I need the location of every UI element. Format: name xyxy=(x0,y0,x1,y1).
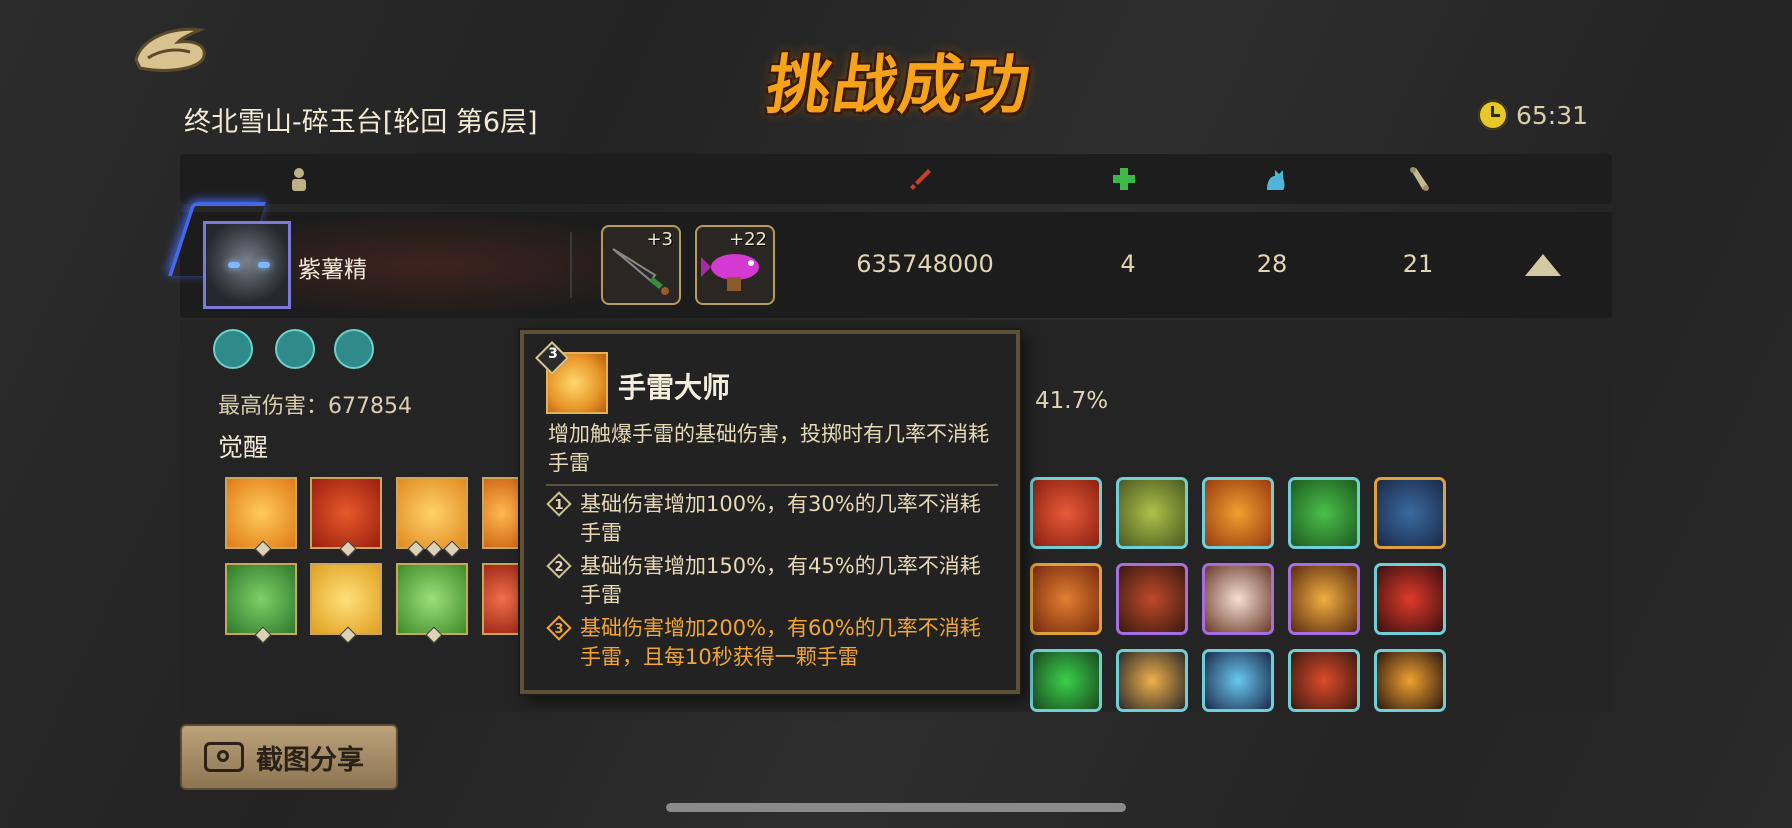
item-lantern-icon[interactable] xyxy=(1116,649,1188,712)
item-paw-icon[interactable] xyxy=(1202,563,1274,635)
player-name: 紫薯精 xyxy=(298,257,367,283)
tooltip-divider xyxy=(546,484,998,486)
home-indicator[interactable] xyxy=(666,803,1126,812)
item-armor-icon[interactable] xyxy=(1374,563,1446,635)
item-torch-icon[interactable] xyxy=(1202,477,1274,549)
awaken-spark-icon[interactable] xyxy=(310,563,382,644)
awaken-grenade-master-icon[interactable] xyxy=(396,477,468,558)
timer-value: 65:31 xyxy=(1516,100,1589,130)
damage-sword-icon xyxy=(910,169,931,190)
weapon-level: +22 xyxy=(729,229,767,250)
heal-value: 4 xyxy=(1120,250,1136,278)
pet-value: 28 xyxy=(1256,250,1288,278)
timer: 65:31 xyxy=(1478,100,1588,130)
column-header-bar xyxy=(180,154,1612,204)
item-arrow-up-icon[interactable] xyxy=(1030,563,1102,635)
awaken-blast-icon[interactable] xyxy=(310,477,382,558)
item-trident-icon[interactable] xyxy=(1202,649,1274,712)
awaken-grenade-icon[interactable] xyxy=(225,477,297,558)
item-explosion-icon[interactable] xyxy=(1288,563,1360,635)
awaken-explode-icon[interactable] xyxy=(482,477,522,549)
damage-value: 635748000 xyxy=(856,250,994,278)
share-label: 截图分享 xyxy=(256,744,364,776)
percent-value: 41.7% xyxy=(1035,388,1109,414)
back-button[interactable] xyxy=(130,20,210,76)
item-box-icon[interactable] xyxy=(1116,477,1188,549)
weapon-slot-2[interactable]: +22 xyxy=(695,225,775,305)
weapon-level: +3 xyxy=(646,229,673,250)
item-dynamite-icon[interactable] xyxy=(1030,477,1102,549)
collapse-button[interactable] xyxy=(1525,254,1561,276)
item-vortex-icon[interactable] xyxy=(1374,649,1446,712)
avatar[interactable] xyxy=(203,221,291,309)
awaken-punch-icon[interactable] xyxy=(482,563,522,635)
level-badge-number: 3 xyxy=(554,622,564,637)
scroll-value: 21 xyxy=(1402,250,1434,278)
level-text: 基础伤害增加150%，有45%的几率不消耗手雷 xyxy=(580,554,981,607)
level-badge-number: 2 xyxy=(554,560,564,575)
awaken-beast-icon[interactable] xyxy=(396,563,468,644)
awaken-label: 觉醒 xyxy=(218,433,269,462)
level-text: 基础伤害增加200%，有60%的几率不消耗手雷，且每10秒获得一颗手雷 xyxy=(580,616,981,669)
tooltip-level-3: 3 基础伤害增加200%，有60%的几率不消耗手雷，且每10秒获得一颗手雷 xyxy=(546,614,998,672)
camera-icon xyxy=(204,742,244,772)
item-quiver-icon[interactable] xyxy=(1288,649,1360,712)
skill-swords-icon[interactable] xyxy=(275,329,315,369)
level-name: 终北雪山-碎玉台[轮回 第6层] xyxy=(184,107,538,138)
divider xyxy=(570,232,572,298)
skill-bomb-icon[interactable] xyxy=(213,329,253,369)
weapon-slot-1[interactable]: +3 xyxy=(601,225,681,305)
level-text: 基础伤害增加100%，有30%的几率不消耗手雷 xyxy=(580,492,981,545)
awaken-fist-icon[interactable] xyxy=(225,563,297,644)
avatar-eye xyxy=(258,262,270,268)
max-damage: 最高伤害：677854 xyxy=(218,394,412,419)
level-badge-number: 1 xyxy=(554,498,564,513)
share-screenshot-button[interactable]: 截图分享 xyxy=(180,724,398,790)
item-cat-icon[interactable] xyxy=(1374,477,1446,549)
scroll-icon xyxy=(1410,167,1429,191)
item-swirl-icon[interactable] xyxy=(1288,477,1360,549)
skill-vortex-icon[interactable] xyxy=(334,329,374,369)
pet-cat-icon xyxy=(1267,170,1285,190)
tooltip-level-number: 3 xyxy=(548,346,558,362)
page-title: 挑战成功 xyxy=(761,48,1037,123)
item-helmet-icon[interactable] xyxy=(1116,563,1188,635)
player-icon xyxy=(292,168,306,191)
tooltip-description: 增加触爆手雷的基础伤害，投掷时有几率不消耗手雷 xyxy=(548,422,989,475)
heal-cross-icon xyxy=(1113,168,1135,190)
tooltip-title: 手雷大师 xyxy=(618,371,731,404)
avatar-eye xyxy=(228,262,240,268)
item-gem-icon[interactable] xyxy=(1030,649,1102,712)
clock-icon xyxy=(1478,100,1508,130)
tooltip-level-1: 1 基础伤害增加100%，有30%的几率不消耗手雷 xyxy=(546,490,998,548)
tooltip-level-2: 2 基础伤害增加150%，有45%的几率不消耗手雷 xyxy=(546,552,998,610)
